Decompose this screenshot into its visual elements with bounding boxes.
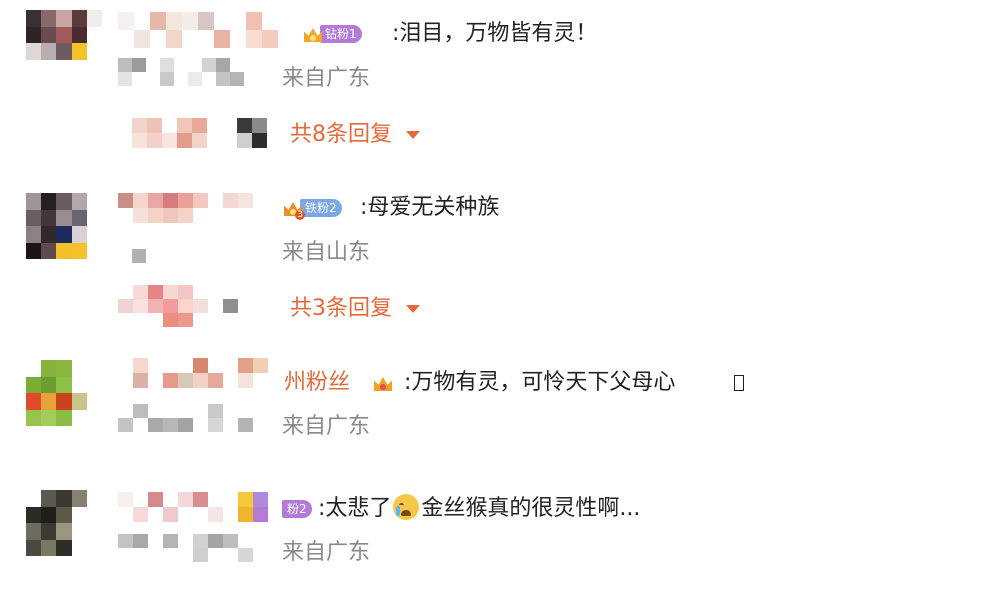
reply-preview-redacted xyxy=(132,118,267,148)
crying-face-icon xyxy=(393,494,420,520)
fan-badge-label: 钻粉1 xyxy=(320,25,362,43)
comment-location: 来自广东 xyxy=(282,66,371,91)
reply-preview-redacted xyxy=(118,285,238,327)
avatar[interactable] xyxy=(26,360,102,426)
comment-item: 3 铁粉2 :母爱无关种族 来自山东 共3条回复 xyxy=(0,175,1000,345)
fan-badge: 3 铁粉2 xyxy=(282,197,342,220)
username-redacted[interactable] xyxy=(118,358,268,388)
view-replies-label: 共8条回复 xyxy=(290,122,392,147)
comment-location: 来自山东 xyxy=(282,240,371,265)
timestamp-redacted xyxy=(118,534,253,562)
comment-item: 粉2 :太悲了 金丝猴真的很灵性啊... 来自广东 xyxy=(0,476,1000,597)
comment-item: 钻粉1 :泪目，万物皆有灵！ 来自广东 共8条回复 xyxy=(0,0,1000,170)
view-replies-button[interactable]: 共8条回复 xyxy=(290,120,420,150)
comment-text: :太悲了 金丝猴真的很灵性啊... xyxy=(318,494,641,521)
view-replies-label: 共3条回复 xyxy=(290,296,392,321)
timestamp-redacted xyxy=(132,235,160,263)
fan-badge: 钻粉1 xyxy=(302,23,362,45)
comment-text: :万物有灵，可怜天下父母心 xyxy=(404,370,676,395)
chevron-down-icon xyxy=(406,131,420,139)
avatar[interactable] xyxy=(26,193,102,259)
username-redacted[interactable] xyxy=(118,492,268,522)
avatar[interactable] xyxy=(26,490,102,556)
username-redacted[interactable] xyxy=(118,12,278,48)
missing-glyph-icon xyxy=(734,375,744,391)
comment-location: 来自广东 xyxy=(282,540,371,565)
comment-text: :泪目，万物皆有灵！ xyxy=(392,21,598,46)
view-replies-button[interactable]: 共3条回复 xyxy=(290,294,420,324)
fan-badge: 粉2 xyxy=(282,498,312,520)
fan-badge xyxy=(372,372,394,394)
crown-icon xyxy=(302,24,324,44)
fan-badge-label: 铁粉2 xyxy=(300,199,342,217)
timestamp-redacted xyxy=(118,404,253,432)
comment-location: 来自广东 xyxy=(282,414,371,439)
crown-icon: 3 xyxy=(282,198,305,220)
avatar[interactable] xyxy=(26,10,102,76)
comment-text: :母爱无关种族 xyxy=(360,195,500,220)
comment-item: 州粉丝 :万物有灵，可怜天下父母心 来自广东 xyxy=(0,350,1000,470)
username-redacted[interactable] xyxy=(118,193,253,223)
crown-icon xyxy=(372,373,394,393)
username-visible[interactable]: 州粉丝 xyxy=(284,368,350,398)
chevron-down-icon xyxy=(406,305,420,313)
fan-badge-label: 粉2 xyxy=(282,500,312,518)
timestamp-redacted xyxy=(118,58,244,86)
